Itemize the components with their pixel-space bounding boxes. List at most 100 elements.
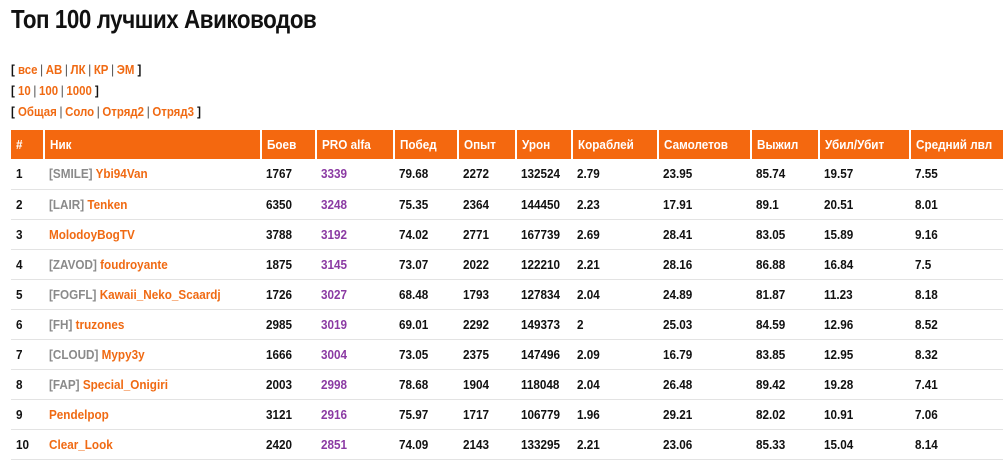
header-planes[interactable]: Самолетов [658, 130, 752, 159]
cell-rank: 4 [11, 249, 44, 280]
cell-survived: 82.02 [751, 399, 819, 430]
filter-class-av[interactable]: АВ [46, 62, 63, 77]
filter-row-mode: [ Общая | Соло | Отряд2 | Отряд3 ] [11, 104, 201, 119]
cell-exp: 1793 [458, 279, 516, 310]
filter-mode-general[interactable]: Общая [18, 104, 57, 119]
table-row: 9 Pendelpop 3121 2916 75.97 1717 106779 1.96 29.… [11, 399, 1003, 430]
table-row: 7 [CLOUD] Mypy3y 1666 3004 73.05 2375 147496 2.… [11, 339, 1003, 370]
header-avg-level[interactable]: Средний лвл [910, 130, 1003, 159]
cell-exp: 2022 [458, 249, 516, 280]
filter-mode-solo[interactable]: Соло [65, 104, 94, 119]
table-row: 8 [FAP] Special_Onigiri 2003 2998 78.68 1904 1… [11, 369, 1003, 400]
cell-avg-level: 7.41 [910, 369, 1003, 400]
player-nick-link[interactable]: Clear_Look [49, 437, 113, 452]
header-ships[interactable]: Кораблей [572, 130, 659, 159]
cell-kd: 10.91 [819, 399, 910, 430]
header-rank[interactable]: # [11, 130, 45, 159]
cell-player: [FH] truzones [44, 309, 261, 340]
player-nick-link[interactable]: foudroyante [100, 257, 168, 272]
cell-battles: 1767 [261, 159, 316, 190]
cell-survived: 84.59 [751, 309, 819, 340]
filter-class-lk[interactable]: ЛК [71, 62, 86, 77]
cell-ships: 2.79 [572, 159, 658, 190]
cell-wins: 78.68 [394, 369, 458, 400]
header-battles[interactable]: Боев [261, 130, 317, 159]
cell-kd: 12.96 [819, 309, 910, 340]
cell-battles: 3121 [261, 399, 316, 430]
table-row: 10 Clear_Look 2420 2851 74.09 2143 133295 2.21 2… [11, 429, 1003, 460]
cell-ships: 2.69 [572, 219, 658, 250]
filter-mode-squad2[interactable]: Отряд2 [102, 104, 144, 119]
player-nick-link[interactable]: truzones [76, 317, 125, 332]
cell-survived: 83.05 [751, 219, 819, 250]
player-nick-link[interactable]: MolodoyBogTV [49, 227, 135, 242]
header-survived[interactable]: Выжил [751, 130, 820, 159]
cell-battles: 2420 [261, 429, 316, 460]
filter-count-1000[interactable]: 1000 [66, 83, 91, 98]
cell-damage: 132524 [516, 159, 572, 190]
cell-kd: 20.51 [819, 189, 910, 220]
cell-wins: 68.48 [394, 279, 458, 310]
cell-battles: 1666 [261, 339, 316, 370]
table-row: 2 [LAIR] Tenken 6350 3248 75.35 2364 144450 2.2… [11, 189, 1003, 220]
header-wins[interactable]: Побед [394, 130, 459, 159]
filter-panel: [ все | АВ | ЛК | КР | ЭМ ] [ 10 | 100 | 1000 ] [ Об… [11, 59, 201, 122]
cell-avg-level: 7.5 [910, 249, 1003, 280]
cell-survived: 85.33 [751, 429, 819, 460]
cell-ships: 2.21 [572, 429, 658, 460]
cell-exp: 2375 [458, 339, 516, 370]
leaderboard-table: # Ник Боев PRO alfa Побед Опыт Урон Кора… [11, 130, 1003, 460]
filter-class-kr[interactable]: КР [94, 62, 109, 77]
header-pro-alfa[interactable]: PRO alfa [316, 130, 395, 159]
cell-damage: 133295 [516, 429, 572, 460]
cell-avg-level: 7.06 [910, 399, 1003, 430]
header-nick[interactable]: Ник [44, 130, 262, 159]
player-nick-link[interactable]: Special_Onigiri [83, 377, 168, 392]
cell-pro-alfa: 3004 [316, 339, 394, 370]
cell-kd: 12.95 [819, 339, 910, 370]
cell-avg-level: 8.52 [910, 309, 1003, 340]
clan-tag: [ZAVOD] [49, 256, 97, 272]
player-nick-link[interactable]: Pendelpop [49, 407, 109, 422]
filter-mode-squad3[interactable]: Отряд3 [152, 104, 194, 119]
cell-exp: 1904 [458, 369, 516, 400]
cell-survived: 83.85 [751, 339, 819, 370]
cell-rank: 5 [11, 279, 44, 310]
filter-class-em[interactable]: ЭМ [117, 62, 135, 77]
cell-avg-level: 8.18 [910, 279, 1003, 310]
cell-ships: 2.04 [572, 279, 658, 310]
filter-count-10[interactable]: 10 [18, 83, 31, 98]
header-kd[interactable]: Убил/Убит [819, 130, 911, 159]
header-exp[interactable]: Опыт [458, 130, 517, 159]
cell-pro-alfa: 2851 [316, 429, 394, 460]
clan-tag: [LAIR] [49, 196, 85, 212]
cell-player: [FOGFL] Kawaii_Neko_Scaardj [44, 279, 261, 310]
cell-kd: 16.84 [819, 249, 910, 280]
table-row: 1 [SMILE] Ybi94Van 1767 3339 79.68 2272 132524… [11, 159, 1003, 190]
cell-player: [FAP] Special_Onigiri [44, 369, 261, 400]
filter-row-count: [ 10 | 100 | 1000 ] [11, 83, 99, 98]
cell-pro-alfa: 3339 [316, 159, 394, 190]
cell-battles: 2985 [261, 309, 316, 340]
table-header-row: # Ник Боев PRO alfa Побед Опыт Урон Кора… [11, 130, 1003, 159]
cell-wins: 75.35 [394, 189, 458, 220]
player-nick-link[interactable]: Ybi94Van [96, 166, 148, 181]
player-nick-link[interactable]: Mypy3y [102, 347, 145, 362]
cell-planes: 26.48 [658, 369, 751, 400]
cell-rank: 7 [11, 339, 44, 370]
clan-tag: [CLOUD] [49, 346, 99, 362]
filter-class-all[interactable]: все [18, 62, 37, 77]
cell-survived: 89.42 [751, 369, 819, 400]
cell-battles: 6350 [261, 189, 316, 220]
header-damage[interactable]: Урон [516, 130, 573, 159]
player-nick-link[interactable]: Tenken [87, 197, 127, 212]
clan-tag: [SMILE] [49, 166, 93, 182]
cell-battles: 1726 [261, 279, 316, 310]
cell-player: [ZAVOD] foudroyante [44, 249, 261, 280]
cell-ships: 2.21 [572, 249, 658, 280]
cell-rank: 8 [11, 369, 44, 400]
player-nick-link[interactable]: Kawaii_Neko_Scaardj [100, 287, 221, 302]
filter-count-100[interactable]: 100 [39, 83, 58, 98]
table-row: 3 MolodoyBogTV 3788 3192 74.02 2771 167739 2.69… [11, 219, 1003, 250]
cell-pro-alfa: 3192 [316, 219, 394, 250]
